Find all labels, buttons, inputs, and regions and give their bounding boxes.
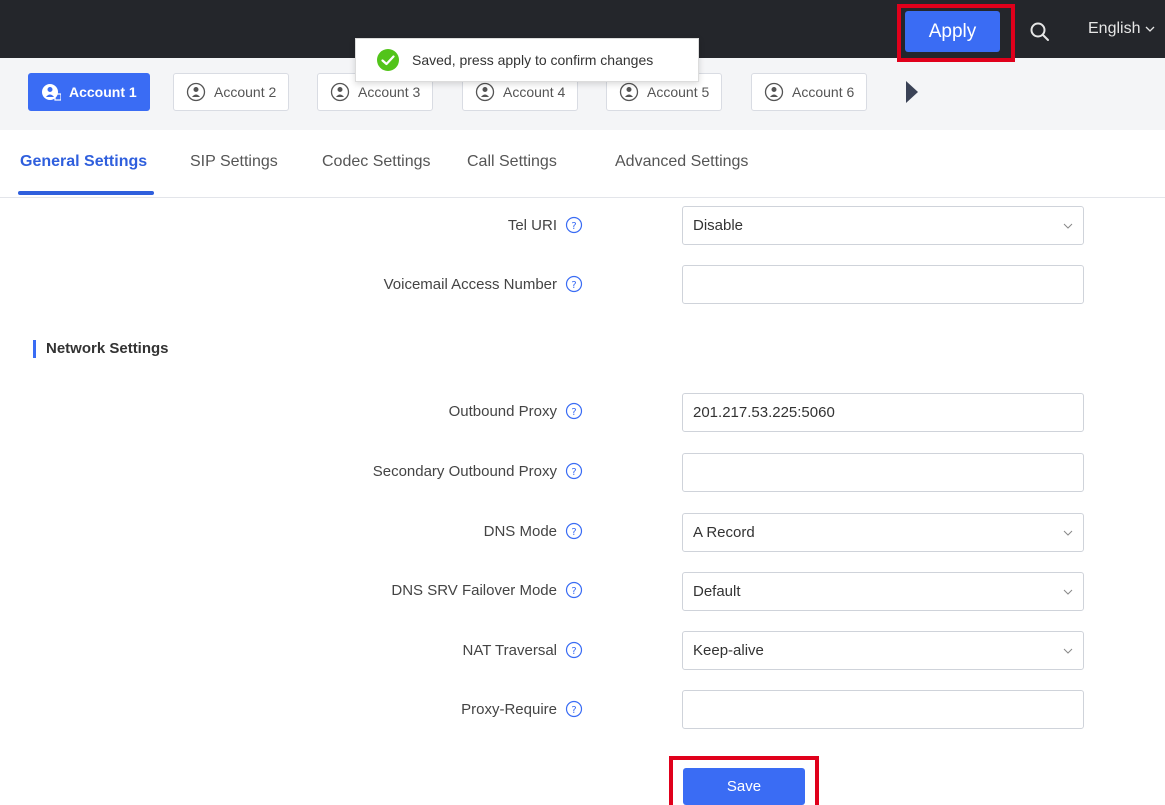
- active-tab-indicator: [18, 191, 154, 195]
- toast-message: Saved, press apply to confirm changes: [412, 52, 654, 68]
- help-icon[interactable]: ?: [565, 216, 583, 234]
- account-tab-label: Account 4: [503, 84, 566, 100]
- help-icon[interactable]: ?: [565, 581, 583, 599]
- account-user-icon: [475, 82, 495, 102]
- account-tab-6[interactable]: Account 6: [751, 73, 868, 111]
- search-icon[interactable]: [1029, 21, 1051, 43]
- apply-highlight-box: [897, 4, 1015, 62]
- nat-traversal-value: Keep-alive: [693, 642, 764, 659]
- help-icon[interactable]: ?: [565, 462, 583, 480]
- outbound-proxy-label: Outbound Proxy ?: [449, 402, 583, 420]
- saved-toast: Saved, press apply to confirm changes: [355, 38, 699, 82]
- nat-traversal-select[interactable]: Keep-alive: [682, 631, 1084, 670]
- svg-text:?: ?: [571, 527, 576, 538]
- help-icon[interactable]: ?: [565, 641, 583, 659]
- dns-mode-value: A Record: [693, 524, 755, 541]
- chevron-down-icon: [1063, 648, 1073, 654]
- voicemail-label: Voicemail Access Number ?: [384, 275, 583, 293]
- account-tab-1[interactable]: Account 1: [28, 73, 150, 111]
- dns-mode-select[interactable]: A Record: [682, 513, 1084, 552]
- tab-call-settings[interactable]: Call Settings: [467, 153, 557, 171]
- network-settings-heading: Network Settings: [33, 340, 169, 358]
- chevron-down-icon: [1146, 26, 1155, 32]
- chevron-down-icon: [1063, 223, 1073, 229]
- help-icon[interactable]: ?: [565, 522, 583, 540]
- settings-tabs-bar: [0, 130, 1165, 198]
- tab-sip-settings[interactable]: SIP Settings: [190, 153, 278, 171]
- tel-uri-select[interactable]: Disable: [682, 206, 1084, 245]
- svg-text:?: ?: [571, 280, 576, 291]
- secondary-outbound-proxy-label-text: Secondary Outbound Proxy: [372, 462, 557, 480]
- dns-mode-label: DNS Mode ?: [484, 522, 583, 540]
- proxy-require-label-text: Proxy-Require: [461, 700, 557, 718]
- svg-text:?: ?: [571, 467, 576, 478]
- next-accounts-arrow-icon[interactable]: [905, 80, 919, 104]
- account-user-icon: [619, 82, 639, 102]
- outbound-proxy-value: 201.217.53.225:5060: [693, 404, 835, 421]
- secondary-outbound-proxy-label: Secondary Outbound Proxy ?: [373, 462, 583, 480]
- chevron-down-icon: [1063, 589, 1073, 595]
- svg-text:?: ?: [571, 221, 576, 232]
- check-circle-icon: [377, 49, 399, 71]
- account-tab-label: Account 6: [792, 84, 855, 100]
- help-icon[interactable]: ?: [565, 700, 583, 718]
- tab-advanced-settings[interactable]: Advanced Settings: [615, 153, 748, 171]
- tel-uri-label-text: Tel URI: [507, 216, 557, 234]
- account-tab-label: Account 1: [69, 84, 137, 100]
- nat-traversal-label-text: NAT Traversal: [462, 641, 557, 659]
- tel-uri-label: Tel URI ?: [508, 216, 583, 234]
- account-user-icon: [186, 82, 206, 102]
- voicemail-label-text: Voicemail Access Number: [383, 275, 557, 293]
- dns-srv-failover-label: DNS SRV Failover Mode ?: [391, 581, 583, 599]
- tab-general-settings[interactable]: General Settings: [20, 153, 147, 171]
- account-tab-label: Account 5: [647, 84, 710, 100]
- nat-traversal-label: NAT Traversal ?: [463, 641, 583, 659]
- tab-codec-settings[interactable]: Codec Settings: [322, 153, 431, 171]
- help-icon[interactable]: ?: [565, 402, 583, 420]
- help-icon[interactable]: ?: [565, 275, 583, 293]
- svg-text:?: ?: [571, 705, 576, 716]
- proxy-require-input[interactable]: [682, 690, 1084, 729]
- dns-mode-label-text: DNS Mode: [483, 522, 557, 540]
- svg-text:?: ?: [571, 646, 576, 657]
- account-user-icon: [330, 82, 350, 102]
- language-label: English: [1088, 20, 1141, 37]
- save-button[interactable]: Save: [683, 768, 805, 805]
- proxy-require-label: Proxy-Require ?: [461, 700, 583, 718]
- chevron-down-icon: [1063, 530, 1073, 536]
- tel-uri-value: Disable: [693, 217, 744, 234]
- dns-srv-failover-select[interactable]: Default: [682, 572, 1084, 611]
- account-tab-label: Account 2: [214, 84, 277, 100]
- outbound-proxy-input[interactable]: 201.217.53.225:5060: [682, 393, 1084, 432]
- svg-text:?: ?: [571, 407, 576, 418]
- language-selector[interactable]: English: [1088, 20, 1155, 38]
- svg-text:?: ?: [571, 586, 576, 597]
- account-tab-label: Account 3: [358, 84, 421, 100]
- outbound-proxy-label-text: Outbound Proxy: [448, 402, 557, 420]
- secondary-outbound-proxy-input[interactable]: [682, 453, 1084, 492]
- dns-srv-failover-value: Default: [693, 583, 741, 600]
- account-tab-2[interactable]: Account 2: [173, 73, 290, 111]
- account-user-icon: [764, 82, 784, 102]
- account-user-icon: [42, 84, 61, 101]
- voicemail-access-number-input[interactable]: [682, 265, 1084, 304]
- dns-srv-failover-label-text: DNS SRV Failover Mode: [391, 581, 557, 599]
